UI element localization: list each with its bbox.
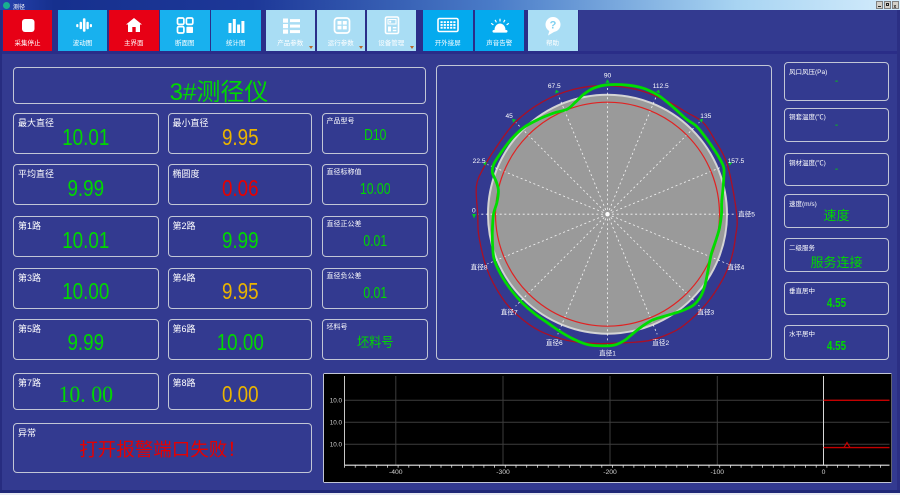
svg-text:-100: -100: [710, 469, 724, 476]
svg-text:-300: -300: [496, 469, 510, 476]
svg-text:157.5: 157.5: [728, 158, 745, 165]
svg-text:直径6: 直径6: [546, 338, 563, 347]
svg-text:直径3: 直径3: [697, 307, 714, 316]
svg-text:10.0: 10.0: [329, 442, 342, 449]
svg-text:0: 0: [472, 207, 476, 214]
svg-text:10.0: 10.0: [329, 398, 342, 405]
svg-text:直径2: 直径2: [652, 338, 669, 347]
svg-text:90: 90: [604, 72, 612, 79]
svg-text:直径1: 直径1: [599, 348, 616, 357]
svg-text:?: ?: [549, 20, 556, 32]
svg-text:22.5: 22.5: [473, 158, 486, 165]
svg-text:-400: -400: [388, 469, 402, 476]
svg-text:10.0: 10.0: [329, 420, 342, 427]
svg-text:直径5: 直径5: [738, 209, 755, 218]
svg-text:45: 45: [506, 113, 514, 120]
svg-text:直径4: 直径4: [727, 262, 744, 271]
svg-text:135: 135: [700, 113, 711, 120]
svg-text:67.5: 67.5: [548, 83, 561, 90]
svg-text:0: 0: [821, 469, 825, 476]
svg-text:-200: -200: [603, 469, 617, 476]
svg-text:直径8: 直径8: [471, 262, 488, 271]
svg-text:112.5: 112.5: [653, 83, 669, 90]
svg-text:直径7: 直径7: [501, 307, 518, 316]
